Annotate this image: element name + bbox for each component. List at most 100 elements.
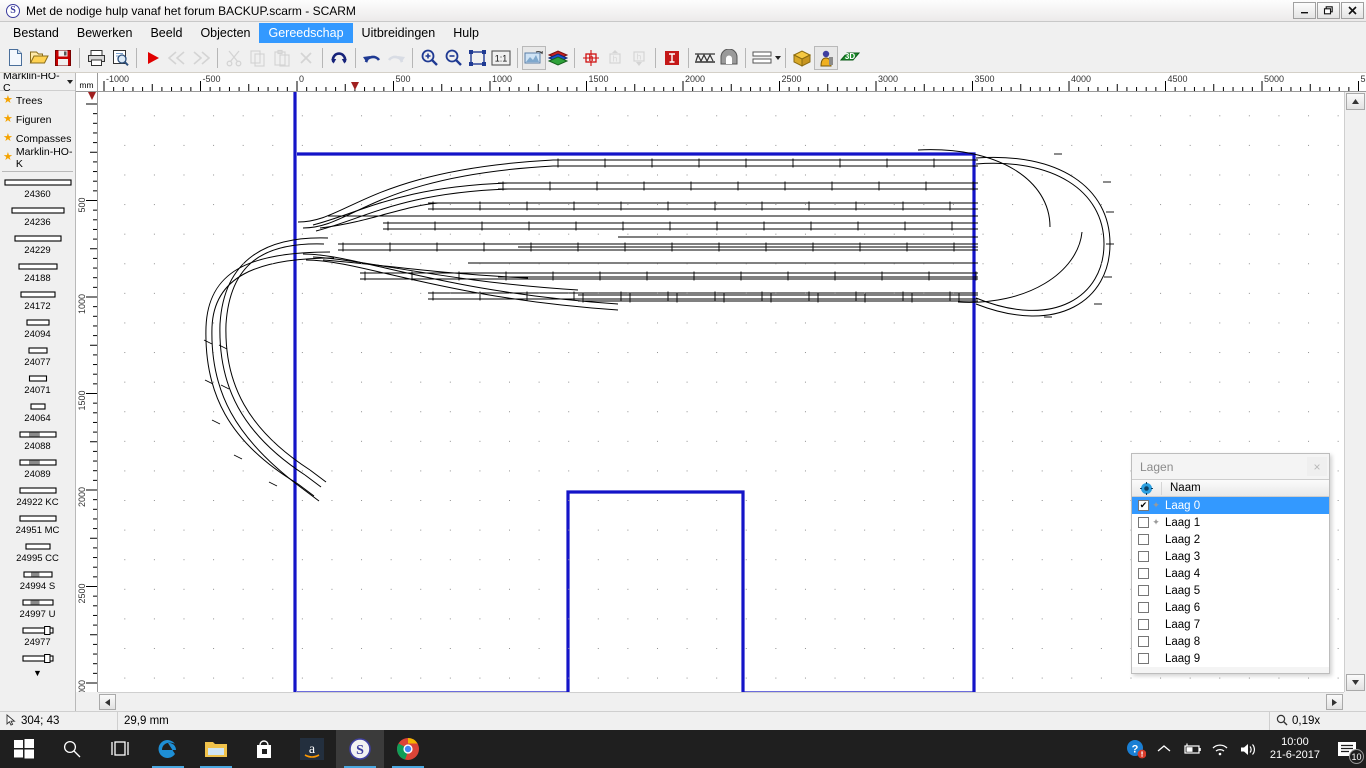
scarm-icon[interactable]: S [336,730,384,768]
layer-row[interactable]: Laag 7 [1132,616,1329,633]
amazon-icon[interactable]: a [288,730,336,768]
package-box-icon[interactable] [790,46,814,70]
menu-gereedschap[interactable]: Gereedschap [259,22,353,43]
height-marker-icon[interactable]: h [579,46,603,70]
favorite-trees[interactable]: ★ Trees [0,91,75,110]
layer-visibility-checkbox[interactable] [1138,619,1149,630]
catalog-part[interactable]: 24236 [0,203,75,228]
chevron-down-icon[interactable] [67,79,73,84]
layer-visibility-checkbox[interactable] [1138,568,1149,579]
catalog-part[interactable]: 24951 MC [0,511,75,536]
close-icon[interactable]: × [1307,457,1327,476]
maximize-button[interactable] [1317,2,1340,19]
catalog-part[interactable]: 24077 [0,343,75,368]
canvas-vertical-scrollbar[interactable] [1344,92,1366,692]
vertical-ruler[interactable]: 500 1000 1500 2000 2500 3000 [76,92,98,692]
zoom-out-icon[interactable] [441,46,465,70]
layer-row[interactable]: Laag 8 [1132,633,1329,650]
library-selector[interactable]: Marklin-HO-C [0,73,75,94]
catalog-part[interactable]: 24922 KC [0,483,75,508]
catalog-part[interactable]: 24995 CC [0,539,75,564]
catalog-part[interactable]: 24172 [0,287,75,312]
catalog-part[interactable]: 24977 [0,623,75,648]
file-explorer-icon[interactable] [192,730,240,768]
baseboard-icon[interactable] [750,46,774,70]
layers-icon[interactable] [546,46,570,70]
rotate-icon[interactable] [327,46,351,70]
store-icon[interactable] [240,730,288,768]
horizontal-ruler[interactable]: -1000 -500 0 500 1000 1500 2000 2500 3000 3500 400… [98,73,1366,92]
open-folder-icon[interactable] [27,46,51,70]
scroll-down-button[interactable] [1346,674,1365,691]
layer-visibility-checkbox[interactable] [1138,534,1149,545]
volume-icon[interactable] [1234,730,1262,768]
scroll-up-button[interactable] [1346,93,1365,110]
help-alert-icon[interactable]: ? [1122,730,1150,768]
layer-row[interactable]: Laag 5 [1132,582,1329,599]
layer-row[interactable]: Laag 6 [1132,599,1329,616]
chevron-up-icon[interactable] [1150,730,1178,768]
zoom-cell[interactable]: 0,19x [1270,712,1366,731]
taskbar-clock[interactable]: 10:00 21-6-2017 [1262,736,1328,762]
background-image-icon[interactable] [522,45,546,70]
print-preview-icon[interactable] [108,46,132,70]
catalog-part[interactable]: 24088 [0,427,75,452]
catalog-part[interactable]: 24229 [0,231,75,256]
run-play-icon[interactable] [141,46,165,70]
catalog-part[interactable]: 24094 [0,315,75,340]
menu-bestand[interactable]: Bestand [4,23,68,43]
catalog-part[interactable]: 24188 [0,259,75,284]
zoom-actual-icon[interactable]: 1:1 [489,46,513,70]
menu-uitbreidingen[interactable]: Uitbreidingen [353,23,445,43]
menu-bewerken[interactable]: Bewerken [68,23,142,43]
layer-row[interactable]: ✦ Laag 1 [1132,514,1329,531]
view-3d-icon[interactable]: 3D [838,46,862,70]
text-tool-icon[interactable] [660,46,684,70]
layer-row[interactable]: Laag 2 [1132,531,1329,548]
catalog-part[interactable]: 24089 [0,455,75,480]
catalog-part[interactable]: 24360 [0,175,75,200]
layer-visibility-checkbox[interactable] [1138,602,1149,613]
wifi-icon[interactable] [1206,730,1234,768]
save-disk-icon[interactable] [51,46,75,70]
new-file-icon[interactable] [3,46,27,70]
catalog-part[interactable]: 24997 U [0,595,75,620]
catalog-part[interactable]: 24064 [0,399,75,424]
task-view-icon[interactable] [96,730,144,768]
layer-row[interactable]: ✔ ✦ Laag 0 [1132,497,1329,514]
layer-visibility-checkbox[interactable] [1138,585,1149,596]
layer-visibility-checkbox[interactable] [1138,517,1149,528]
zoom-in-icon[interactable] [417,46,441,70]
scroll-left-button[interactable] [99,694,116,710]
layer-row[interactable]: Laag 4 [1132,565,1329,582]
close-button[interactable] [1341,2,1364,19]
print-icon[interactable] [84,46,108,70]
catalog-part[interactable]: 24994 S [0,567,75,592]
layer-visibility-checkbox[interactable]: ✔ [1138,500,1149,511]
layers-list[interactable]: ✔ ✦ Laag 0 ✦ Laag 1 Laag 2 Laag 3 Laag 4 Laag 5 L… [1132,497,1329,667]
favorite-figuren[interactable]: ★ Figuren [0,110,75,129]
favorite-marklin-ho-k[interactable]: ★ Marklin-HO-K [0,146,75,170]
start-button[interactable] [0,730,48,768]
layer-visibility-checkbox[interactable] [1138,653,1149,664]
search-icon[interactable] [48,730,96,768]
battery-icon[interactable] [1178,730,1206,768]
edge-icon[interactable] [144,730,192,768]
layers-panel[interactable]: Lagen × Naam ✔ ✦ Laag 0 ✦ Laag 1 Laag 2 Laag 3… [1131,453,1330,674]
catalog-scroll-down-button[interactable]: ▼ [0,668,75,678]
layer-row[interactable]: Laag 9 [1132,650,1329,667]
menu-objecten[interactable]: Objecten [191,23,259,43]
baseboard-dropdown-icon[interactable] [775,55,781,60]
bridge-icon[interactable] [693,46,717,70]
menu-beeld[interactable]: Beeld [141,23,191,43]
catalog-part[interactable]: 24071 [0,371,75,396]
catalog-part[interactable] [0,651,75,665]
menu-hulp[interactable]: Hulp [444,23,488,43]
tunnel-icon[interactable] [717,46,741,70]
canvas-horizontal-scrollbar[interactable] [98,692,1344,711]
layer-visibility-checkbox[interactable] [1138,551,1149,562]
scroll-right-button[interactable] [1326,694,1343,710]
undo-icon[interactable] [360,46,384,70]
figure-tool-icon[interactable] [814,45,838,70]
minimize-button[interactable] [1293,2,1316,19]
